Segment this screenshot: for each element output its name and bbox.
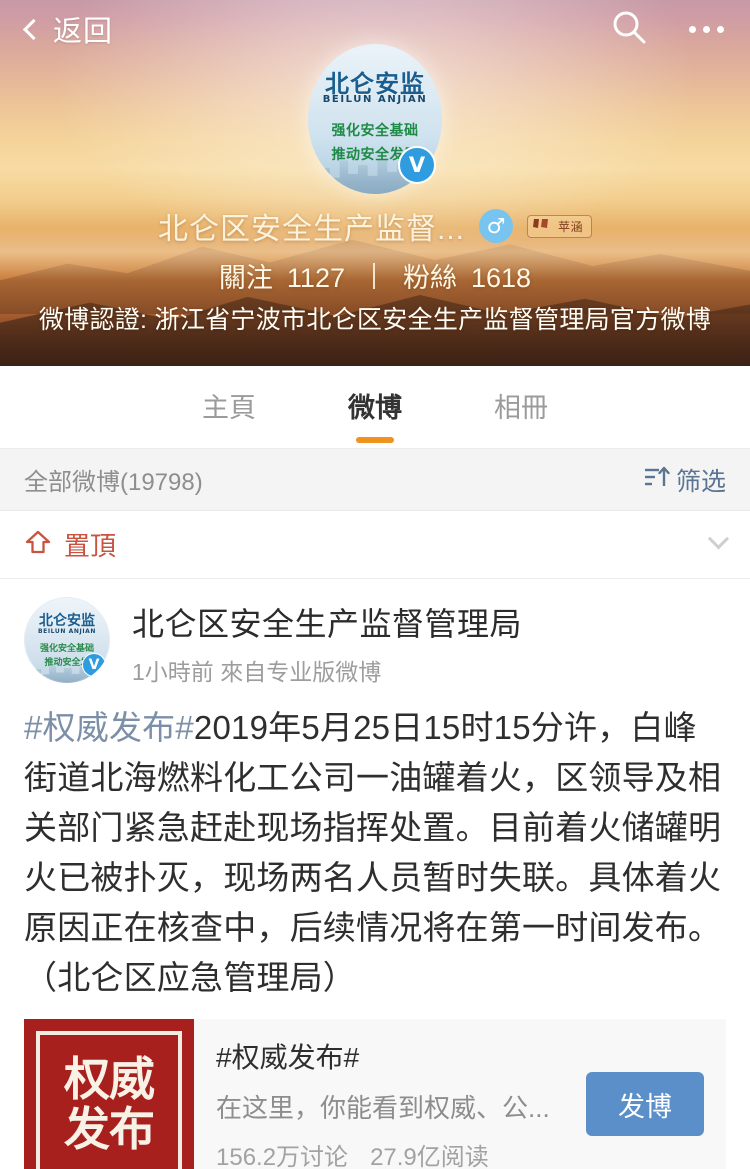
back-button[interactable]: 返回 <box>22 8 114 50</box>
more-dot-1 <box>689 25 696 33</box>
male-icon: ♂ <box>479 209 513 243</box>
topic-card-title: #权威发布# <box>216 1042 360 1073</box>
profile-tabs: 主頁 微博 相冊 <box>0 366 750 449</box>
level-badge[interactable]: 苹涵 <box>527 214 593 238</box>
topic-card-image-line2: 发布 <box>64 1102 155 1156</box>
search-icon[interactable] <box>611 9 647 50</box>
filter-button[interactable]: 筛选 <box>644 462 726 498</box>
chevron-left-icon <box>22 18 45 40</box>
post-verified-badge-icon: V <box>82 653 106 677</box>
pin-top-icon <box>24 528 52 561</box>
avatar-slogan-line1: 强化安全基础 <box>331 123 419 139</box>
post-content: #权威发布#2019年5月25日15时15分许，白峰街道北海燃料化工公司一油罐着… <box>24 703 726 1003</box>
stats-divider <box>372 262 375 289</box>
sort-filter-icon <box>644 465 670 494</box>
post-author-name[interactable]: 北仑区安全生产监督管理局 <box>132 599 522 645</box>
profile-avatar[interactable]: 北仑安监 BEILUN ANJIAN 强化安全基础 推动安全发展 V <box>308 44 442 194</box>
filter-button-label: 筛选 <box>675 467 726 496</box>
profile-name-row: 北仑区安全生产监督... ♂ 苹涵 <box>0 204 750 248</box>
followers-label: 粉絲 <box>402 263 457 293</box>
post-time: 1小時前 <box>132 659 214 685</box>
topic-card[interactable]: 权威 发布 #权威发布# 在这里，你能看到权威、公... 156.2万讨论 27… <box>24 1019 726 1169</box>
topic-card-discussions: 156.2万讨论 <box>216 1144 349 1169</box>
following-value: 1127 <box>286 263 345 293</box>
more-options-button[interactable] <box>689 25 724 33</box>
post-timestamp-row: 1小時前 來自专业版微博 <box>132 653 522 687</box>
profile-stats-row: 關注 1127 粉絲 1618 <box>0 256 750 295</box>
topic-card-image: 权威 发布 <box>24 1019 194 1169</box>
topic-card-image-text: 权威 发布 <box>64 1052 155 1156</box>
topic-card-description: 在这里，你能看到权威、公... <box>216 1093 550 1123</box>
verification-text: 微博認證: 浙江省宁波市北仑区安全生产监督管理局官方微博 <box>38 306 712 334</box>
tab-weibo[interactable]: 微博 <box>348 386 402 429</box>
tab-home[interactable]: 主頁 <box>202 386 256 429</box>
following-label: 關注 <box>218 263 273 293</box>
followers-value: 1618 <box>470 263 532 293</box>
topic-card-stats: 156.2万讨论 27.9亿阅读 <box>216 1137 570 1169</box>
tab-album[interactable]: 相冊 <box>494 386 548 429</box>
post-to-topic-button[interactable]: 发博 <box>586 1072 704 1136</box>
post-topic-link[interactable]: #权威发布# <box>24 709 194 746</box>
profile-screen-name: 北仑区安全生产监督... <box>157 213 465 246</box>
level-badge-label: 苹涵 <box>558 219 584 234</box>
verified-badge-icon: V <box>398 146 436 184</box>
medal-icon <box>532 217 554 236</box>
topic-card-image-line1: 权威 <box>64 1052 155 1106</box>
following-stat[interactable]: 關注 1127 <box>219 256 345 295</box>
more-dot-2 <box>703 25 710 33</box>
post-avatar-slogan-line1: 强化安全基础 <box>39 644 94 654</box>
profile-cover: 返回 北仑安监 BEILUN ANJIAN 强化安全基础 推动安全发展 V 北仑… <box>0 0 750 366</box>
pinned-label: 置頂 <box>64 531 117 561</box>
weibo-post: 北仑安监 BEILUN ANJIAN 强化安全基础 推动安全发 V 北仑区安全生… <box>0 579 750 1169</box>
more-dot-3 <box>717 25 724 33</box>
filter-bar: 全部微博(19798) 筛选 <box>0 449 750 511</box>
post-text: 2019年5月25日15时15分许，白峰街道北海燃料化工公司一油罐着火，区领导及… <box>24 709 722 996</box>
followers-stat[interactable]: 粉絲 1618 <box>403 256 531 295</box>
top-navigation-bar: 返回 <box>0 0 750 58</box>
post-author-avatar[interactable]: 北仑安监 BEILUN ANJIAN 强化安全基础 推动安全发 V <box>24 597 110 683</box>
post-header: 北仑安监 BEILUN ANJIAN 强化安全基础 推动安全发 V 北仑区安全生… <box>24 597 726 687</box>
topic-card-reads: 27.9亿阅读 <box>370 1144 489 1169</box>
post-avatar-title-text: 北仑安监 <box>39 613 95 629</box>
avatar-pinyin-text: BEILUN ANJIAN <box>322 94 428 105</box>
chevron-down-icon[interactable] <box>707 528 730 550</box>
back-button-label: 返回 <box>53 16 114 48</box>
pinned-section-header[interactable]: 置頂 <box>0 511 750 579</box>
post-meta: 北仑区安全生产监督管理局 1小時前 來自专业版微博 <box>132 597 522 687</box>
post-source: 來自专业版微博 <box>220 659 382 685</box>
post-avatar-pinyin-text: BEILUN ANJIAN <box>37 628 97 635</box>
all-posts-count-label: 全部微博(19798) <box>24 469 203 496</box>
topic-card-body: #权威发布# 在这里，你能看到权威、公... 156.2万讨论 27.9亿阅读 <box>194 1036 586 1169</box>
